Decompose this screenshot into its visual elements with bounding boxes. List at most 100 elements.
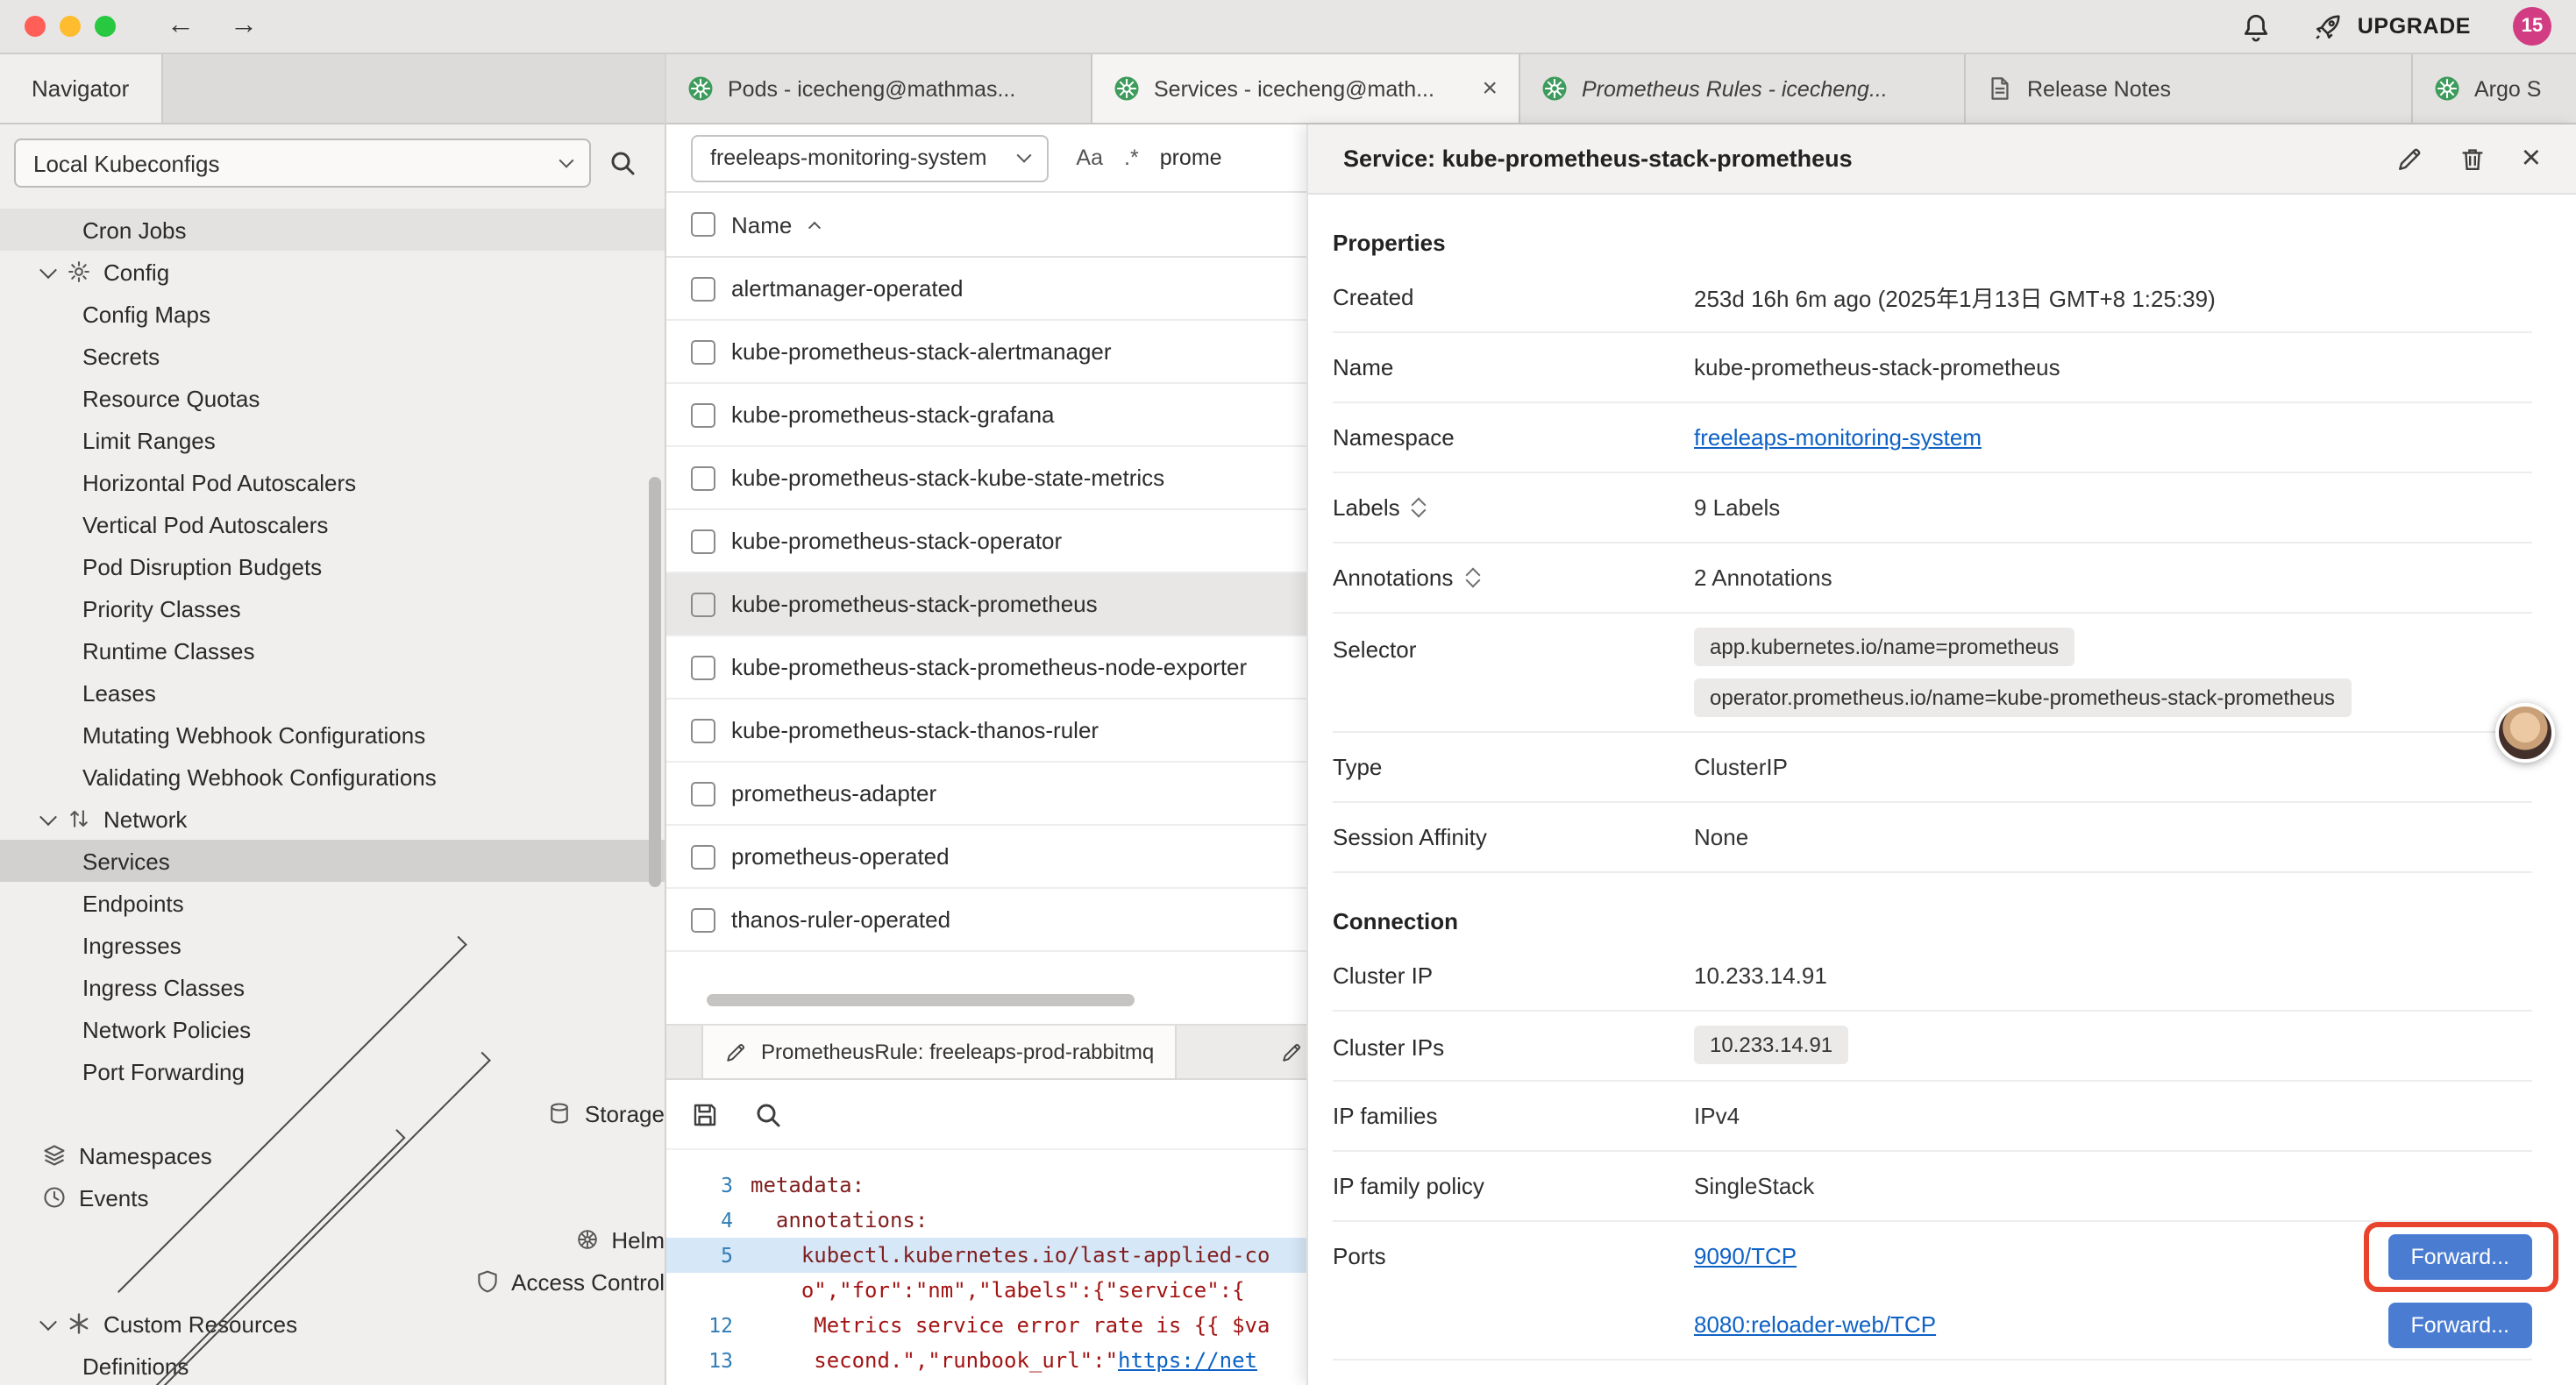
sidebar-item-definitions[interactable]: Definitions (0, 1345, 665, 1385)
port-link[interactable]: 8080:reloader-web/TCP (1694, 1311, 1936, 1338)
sidebar-item-horizontal-pod-autoscalers[interactable]: Horizontal Pod Autoscalers (0, 461, 665, 503)
maximize-window-button[interactable] (95, 16, 116, 37)
row-checkbox[interactable] (691, 781, 715, 806)
chevron-down-icon[interactable] (39, 807, 57, 825)
forward-button[interactable]: → (217, 12, 270, 40)
user-avatar[interactable] (2495, 703, 2555, 763)
row-checkbox[interactable] (691, 529, 715, 553)
custom-resources-icon (67, 1311, 91, 1336)
sidebar-scrollbar[interactable] (649, 54, 661, 1385)
sidebar-item-helm[interactable]: Helm (0, 1218, 665, 1261)
search-input[interactable]: prome (1160, 146, 1222, 170)
sidebar-item-label: Secrets (82, 343, 160, 369)
kubeconfig-select[interactable]: Local Kubeconfigs (14, 138, 591, 188)
sidebar-item-runtime-classes[interactable]: Runtime Classes (0, 629, 665, 671)
sidebar-item-resource-quotas[interactable]: Resource Quotas (0, 377, 665, 419)
sidebar-item-secrets[interactable]: Secrets (0, 335, 665, 377)
sidebar-item-ingress-classes[interactable]: Ingress Classes (0, 966, 665, 1008)
row-checkbox[interactable] (691, 465, 715, 490)
namespace-select[interactable]: freeleaps-monitoring-system (691, 134, 1048, 181)
table-row[interactable]: prometheus-adapter (666, 763, 1306, 826)
select-all-checkbox[interactable] (691, 212, 715, 237)
upgrade-button[interactable]: UPGRADE (2314, 11, 2471, 41)
table-row[interactable]: kube-prometheus-stack-prometheus-node-ex… (666, 636, 1306, 700)
save-icon[interactable] (691, 1100, 719, 1128)
dock-tab-prometheusrule[interactable]: PrometheusRule: freeleaps-prod-rabbitmq (701, 1026, 1177, 1078)
row-checkbox[interactable] (691, 907, 715, 932)
row-checkbox[interactable] (691, 655, 715, 679)
back-button[interactable]: ← (154, 12, 207, 40)
table-row[interactable]: kube-prometheus-stack-thanos-ruler (666, 700, 1306, 763)
table-row[interactable]: prometheus-operated (666, 826, 1306, 889)
editor-search-icon[interactable] (754, 1100, 782, 1128)
edit-resource-icon[interactable] (2395, 145, 2423, 173)
row-checkbox[interactable] (691, 339, 715, 364)
sidebar-item-network-policies[interactable]: Network Policies (0, 1008, 665, 1050)
sidebar-item-endpoints[interactable]: Endpoints (0, 882, 665, 924)
sidebar-item-config[interactable]: Config (0, 251, 665, 293)
sidebar-item-mutating-webhook-configurations[interactable]: Mutating Webhook Configurations (0, 714, 665, 756)
sidebar-item-label: Limit Ranges (82, 427, 216, 453)
sidebar-item-namespaces[interactable]: Namespaces (0, 1134, 665, 1176)
sidebar-search-icon[interactable] (608, 149, 637, 177)
editor-tab-prometheus-rules-icecheng[interactable]: Prometheus Rules - icecheng... (1520, 54, 1966, 123)
sidebar-item-pod-disruption-budgets[interactable]: Pod Disruption Budgets (0, 545, 665, 587)
delete-resource-icon[interactable] (2459, 145, 2487, 173)
close-window-button[interactable] (25, 16, 46, 37)
dock-tab-partial[interactable] (1259, 1026, 1306, 1078)
document-icon (1987, 75, 2013, 102)
sidebar-item-network[interactable]: Network (0, 798, 665, 840)
row-checkbox[interactable] (691, 718, 715, 742)
editor-tab-pods-icecheng-mathmas[interactable]: Pods - icecheng@mathmas... (666, 54, 1092, 123)
regex-toggle[interactable]: .* (1124, 146, 1139, 170)
tab-close-icon[interactable]: × (1482, 74, 1498, 103)
scrollbar-thumb[interactable] (649, 477, 661, 887)
table-row[interactable]: kube-prometheus-stack-grafana (666, 384, 1306, 447)
table-row[interactable]: kube-prometheus-stack-operator (666, 510, 1306, 573)
sidebar-item-validating-webhook-configurations[interactable]: Validating Webhook Configurations (0, 756, 665, 798)
editor-tab-release-notes[interactable]: Release Notes (1966, 54, 2413, 123)
minimize-window-button[interactable] (60, 16, 81, 37)
sidebar-item-config-maps[interactable]: Config Maps (0, 293, 665, 335)
sidebar-item-limit-ranges[interactable]: Limit Ranges (0, 419, 665, 461)
sidebar-item-vertical-pod-autoscalers[interactable]: Vertical Pod Autoscalers (0, 503, 665, 545)
sidebar-item-cron-jobs[interactable]: Cron Jobs (0, 209, 665, 251)
port-link[interactable]: 9090/TCP (1694, 1243, 1797, 1269)
expand-toggle-icon[interactable] (1414, 500, 1425, 515)
scrollbar-thumb[interactable] (707, 994, 1135, 1006)
row-checkbox[interactable] (691, 402, 715, 427)
sidebar-item-services[interactable]: Services (0, 840, 665, 882)
row-checkbox[interactable] (691, 592, 715, 616)
expand-toggle-icon[interactable] (1467, 570, 1477, 586)
table-row[interactable]: thanos-ruler-operated (666, 889, 1306, 952)
sidebar-item-priority-classes[interactable]: Priority Classes (0, 587, 665, 629)
table-row[interactable]: kube-prometheus-stack-prometheus (666, 573, 1306, 636)
row-checkbox[interactable] (691, 844, 715, 869)
sidebar-item-ingresses[interactable]: Ingresses (0, 924, 665, 966)
table-horizontal-scrollbar[interactable] (666, 994, 1306, 1008)
table-row[interactable]: kube-prometheus-stack-kube-state-metrics (666, 447, 1306, 510)
yaml-editor[interactable]: 3metadata:4 annotations:5 kubectl.kubern… (666, 1150, 1306, 1385)
detail-row-session-affinity: Session AffinityNone (1333, 803, 2532, 873)
notification-count-badge[interactable]: 15 (2513, 7, 2551, 46)
editor-tab-argo-s[interactable]: Argo S (2413, 54, 2576, 123)
rocket-icon (2314, 11, 2344, 41)
column-header-name[interactable]: Name (731, 211, 792, 238)
chevron-down-icon[interactable] (39, 260, 57, 278)
forward-button[interactable]: Forward... (2387, 1233, 2532, 1279)
editor-tab-services-icecheng-math[interactable]: Services - icecheng@math...× (1092, 54, 1520, 123)
table-row[interactable]: kube-prometheus-stack-alertmanager (666, 321, 1306, 384)
row-checkbox[interactable] (691, 276, 715, 301)
forward-button[interactable]: Forward... (2387, 1302, 2532, 1347)
sidebar-item-label: Network (103, 806, 187, 832)
close-panel-icon[interactable]: × (2522, 142, 2541, 175)
match-case-toggle[interactable]: Aa (1076, 146, 1103, 170)
sidebar-item-custom-resources[interactable]: Custom Resources (0, 1303, 665, 1345)
namespace-link[interactable]: freeleaps-monitoring-system (1694, 424, 1982, 451)
sidebar-item-storage[interactable]: Storage (0, 1092, 665, 1134)
table-row[interactable]: alertmanager-operated (666, 258, 1306, 321)
chevron-down-icon[interactable] (39, 1312, 57, 1330)
sidebar-item-leases[interactable]: Leases (0, 671, 665, 714)
sidebar-item-access-control[interactable]: Access Control (0, 1261, 665, 1303)
notifications-bell-icon[interactable] (2242, 11, 2272, 41)
